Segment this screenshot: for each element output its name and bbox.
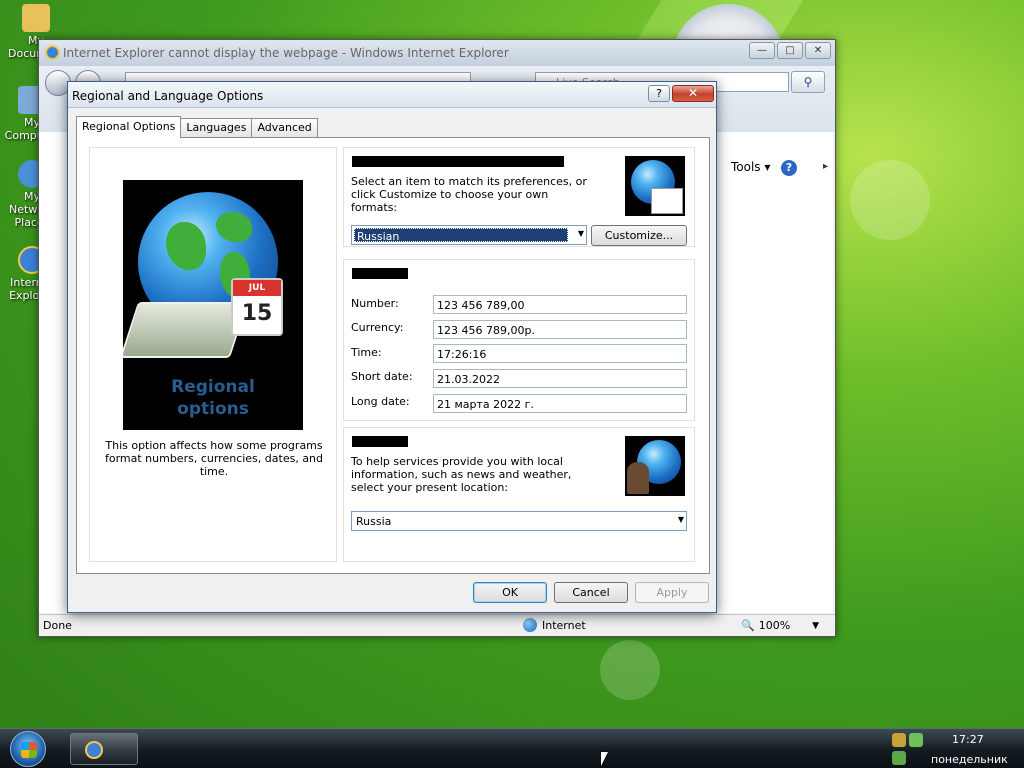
chevron-right-icon[interactable]: ▸: [823, 161, 828, 172]
zone-label: Internet: [542, 618, 586, 632]
security-shield-icon[interactable]: [892, 733, 906, 747]
close-button[interactable]: ✕: [805, 42, 831, 59]
currency-label: Currency:: [351, 321, 404, 334]
location-description: To help services provide you with local …: [351, 455, 572, 494]
dialog-help-button[interactable]: ?: [648, 85, 670, 102]
long-date-sample: 21 марта 2022 г.: [433, 394, 687, 413]
caption-line-1: Regional: [171, 377, 255, 397]
formats-dropdown[interactable]: Russian ▼: [351, 225, 587, 245]
folder-icon: [22, 4, 50, 32]
tab-languages[interactable]: Languages: [180, 118, 253, 137]
search-icon[interactable]: ⚲: [791, 71, 825, 93]
tools-label: Tools: [731, 160, 761, 174]
regional-options-panel: JUL 15 Regional options This option affe…: [76, 137, 710, 574]
time-label: Time:: [351, 346, 382, 359]
tray-clock-time[interactable]: 17:27: [952, 733, 984, 746]
location-group: To help services provide you with local …: [343, 427, 695, 562]
samples-group: Number: 123 456 789,00 Currency: 123 456…: [343, 259, 695, 421]
taskbar-ie-button[interactable]: [70, 733, 138, 765]
location-dropdown[interactable]: Russia ▼: [351, 511, 687, 531]
ie-titlebar[interactable]: Internet Explorer cannot display the web…: [39, 40, 835, 66]
ie-status-bar: Done Internet 🔍 100% ▼: [39, 614, 835, 636]
long-date-label: Long date:: [351, 395, 410, 408]
illustration-caption: Regional options: [123, 376, 303, 420]
info-description: This option affects how some programs fo…: [104, 439, 324, 478]
location-heading-redacted: [352, 436, 408, 447]
calendar-icon: JUL 15: [231, 278, 283, 336]
ie-window-title: Internet Explorer cannot display the web…: [63, 46, 509, 60]
formats-globe-icon: [625, 156, 685, 216]
zoom-level: 100%: [758, 619, 791, 632]
ok-button[interactable]: OK: [473, 582, 547, 603]
chevron-down-icon: ▼: [577, 229, 584, 238]
desktop-bokeh: [850, 160, 930, 240]
windows-logo-icon: [21, 742, 37, 758]
minimize-button[interactable]: —: [749, 42, 775, 59]
desktop-bokeh: [600, 640, 660, 700]
tray-app-icon[interactable]: [892, 751, 906, 765]
regional-options-illustration: JUL 15 Regional options: [123, 180, 303, 430]
zoom-icon: 🔍: [741, 619, 755, 632]
formats-description: Select an item to match its preferences,…: [351, 175, 587, 214]
regional-language-dialog[interactable]: Regional and Language Options ? ✕ Region…: [67, 81, 717, 613]
tab-regional-options[interactable]: Regional Options: [76, 116, 182, 138]
security-zone[interactable]: Internet: [523, 618, 586, 632]
ie-logo-icon: [45, 45, 60, 60]
location-globe-icon: [625, 436, 685, 496]
tools-menu[interactable]: Tools ▾: [731, 160, 770, 174]
number-sample: 123 456 789,00: [433, 295, 687, 314]
globe-icon: [523, 618, 537, 632]
ie-icon: [85, 741, 103, 759]
short-date-sample: 21.03.2022: [433, 369, 687, 388]
samples-heading-redacted: [352, 268, 408, 279]
help-icon[interactable]: ?: [781, 160, 797, 176]
cancel-button[interactable]: Cancel: [554, 582, 628, 603]
caption-line-2: options: [177, 399, 249, 419]
zoom-control[interactable]: 🔍 100% ▼: [741, 619, 819, 632]
mouse-cursor-icon: [601, 752, 608, 766]
calendar-day: 15: [241, 301, 273, 326]
start-button[interactable]: [10, 731, 46, 767]
formats-group: Select an item to match its preferences,…: [343, 147, 695, 247]
formats-heading-redacted: [352, 156, 564, 167]
status-text: Done: [43, 619, 72, 632]
number-label: Number:: [351, 297, 399, 310]
dialog-title: Regional and Language Options: [72, 89, 264, 103]
maximize-button[interactable]: □: [777, 42, 803, 59]
short-date-label: Short date:: [351, 370, 413, 383]
chevron-down-icon: ▼: [812, 620, 820, 631]
chevron-down-icon: ▼: [677, 515, 684, 524]
tab-advanced[interactable]: Advanced: [251, 118, 318, 137]
dialog-tabs: Regional Options Languages Advanced: [76, 116, 318, 138]
tray-clock-day[interactable]: понедельник: [931, 753, 1008, 766]
formats-selected-value: Russian: [354, 228, 568, 243]
network-icon[interactable]: [909, 733, 923, 747]
apply-button[interactable]: Apply: [635, 582, 709, 603]
dialog-close-button[interactable]: ✕: [672, 85, 714, 102]
calendar-month: JUL: [233, 280, 281, 296]
time-sample: 17:26:16: [433, 344, 687, 363]
dialog-titlebar[interactable]: Regional and Language Options ? ✕: [68, 82, 716, 108]
taskbar: 17:27 понедельник: [0, 728, 1024, 768]
money-icon: [123, 302, 249, 358]
info-panel: JUL 15 Regional options This option affe…: [89, 147, 337, 562]
customize-button[interactable]: Customize...: [591, 225, 687, 246]
currency-sample: 123 456 789,00р.: [433, 320, 687, 339]
location-selected-value: Russia: [356, 515, 392, 528]
